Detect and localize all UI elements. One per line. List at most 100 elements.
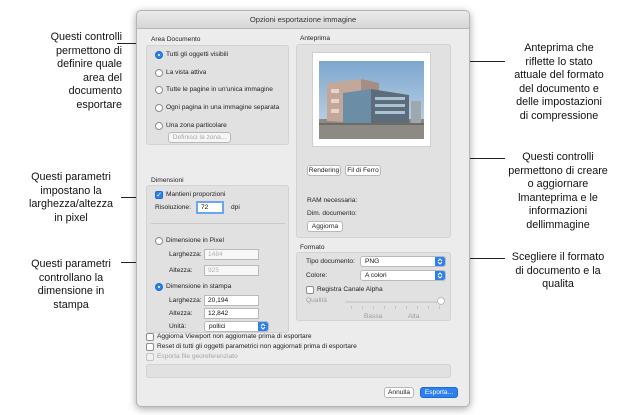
- status-bar: [146, 364, 451, 378]
- callout-format: Scegliere il formato di documento e la q…: [500, 251, 616, 292]
- callout-line: Questi controlli: [50, 31, 122, 43]
- callout-size-px: Questi parametri impostano la larghezza/…: [20, 171, 122, 225]
- units-select-value: pollici: [209, 323, 226, 330]
- callout-line: riflette lo stato: [525, 55, 593, 68]
- callout-rendering: Questi controlli permettono di creare o …: [500, 151, 616, 233]
- check-icon: [146, 352, 154, 361]
- callout-line: dellimmagine: [526, 218, 590, 231]
- document-type-select[interactable]: PNG: [360, 256, 446, 267]
- colors-value: A colori: [365, 272, 387, 279]
- building-render-image: [319, 61, 424, 139]
- slider-tick: [373, 306, 374, 309]
- check-icon: [306, 285, 314, 294]
- save-alpha-checkbox[interactable]: Registra Canale Alpha: [306, 284, 383, 295]
- callout-line: permettono di: [55, 44, 122, 57]
- resolution-input[interactable]: [196, 201, 224, 214]
- print-height-label: Altezza:: [169, 310, 193, 317]
- callout-print-size: Questi parametri controllano la dimensio…: [20, 258, 122, 312]
- radio-particular-zone[interactable]: Una zona particolare: [155, 120, 227, 131]
- slider-tick: [362, 306, 363, 309]
- preview-image-frame: [312, 52, 431, 147]
- slider-tick: [384, 306, 385, 309]
- callout-line: Scegliere il formato: [511, 251, 605, 263]
- radio-indicator: [155, 282, 163, 291]
- checkbox-label: Registra Canale Alpha: [317, 286, 383, 293]
- pixel-height-input[interactable]: [204, 265, 259, 276]
- colors-label: Colore:: [306, 272, 328, 279]
- callout-line: definire quale: [57, 58, 122, 71]
- radio-all-pages-single[interactable]: Tutte le pagine in un'unica immagine: [155, 84, 273, 95]
- checkbox-label: Aggiorna Viewport non aggiornate prima d…: [157, 333, 312, 340]
- radio-each-page-separate[interactable]: Ogni pagina in una immagine separata: [155, 102, 279, 113]
- radio-pixel-size[interactable]: Dimensione in Pixel: [155, 235, 224, 246]
- callout-line: qualita: [542, 278, 574, 291]
- quality-slider-track[interactable]: [345, 301, 441, 303]
- slider-tick: [351, 306, 352, 309]
- callout-line: stampa: [53, 298, 89, 311]
- quality-label: Qualità: [306, 297, 327, 304]
- checkbox-label: Esporta file georeferenziato: [157, 353, 238, 360]
- wireframe-button[interactable]: Fil di Ferro: [345, 165, 381, 176]
- print-width-label: Larghezza:: [169, 297, 202, 304]
- units-label: Unità:: [169, 323, 187, 330]
- radio-indicator: [155, 50, 163, 59]
- callout-line: in pixel: [54, 211, 88, 224]
- export-button[interactable]: Esporta...: [420, 387, 458, 398]
- keep-proportions-checkbox[interactable]: ✓ Mantieni proporzioni: [155, 189, 225, 200]
- chevron-updown-icon: [435, 271, 445, 280]
- pixel-width-input[interactable]: [204, 249, 259, 260]
- callout-line: o aggiornare: [527, 178, 589, 191]
- update-preview-button[interactable]: Aggiorna: [307, 221, 343, 232]
- quality-low-label: Bassa: [364, 313, 383, 320]
- ram-required-label: RAM necessaria:: [307, 197, 358, 204]
- callout-line: area del: [82, 71, 122, 84]
- callout-line: Questi parametri: [31, 171, 111, 183]
- dimensions-divider: [151, 223, 285, 224]
- callout-line: Anteprima che: [524, 42, 594, 54]
- radio-indicator: [155, 103, 163, 112]
- callout-line: permettono di creare: [508, 164, 608, 177]
- radio-active-view[interactable]: La vista attiva: [155, 67, 206, 78]
- radio-indicator: [155, 236, 163, 245]
- radio-label: Una zona particolare: [166, 122, 227, 129]
- colors-select[interactable]: A colori: [360, 270, 446, 281]
- rendering-button[interactable]: Rendering: [307, 165, 341, 176]
- export-image-dialog: Opzioni esportazione immagine Area Docum…: [136, 10, 470, 407]
- check-icon: [146, 332, 154, 341]
- quality-high-label: Alta: [408, 313, 420, 320]
- callout-line: larghezza/altezza: [28, 198, 114, 211]
- area-group-title: Area Documento: [151, 36, 201, 43]
- radio-label: Ogni pagina in una immagine separata: [166, 104, 280, 111]
- area-group-box: Tutti gli oggetti visibili La vista atti…: [146, 45, 289, 145]
- slider-tick: [395, 306, 396, 309]
- callout-line: impostano la: [40, 184, 102, 197]
- radio-label: La vista attiva: [166, 69, 207, 76]
- callout-line: di compressione: [519, 109, 599, 122]
- callout-line: attuale del formato: [514, 69, 604, 82]
- radio-indicator: [155, 85, 163, 94]
- export-georef-checkbox[interactable]: Esporta file georeferenziato: [146, 351, 238, 362]
- callout-area: Questi controlli permettono di definire …: [8, 31, 122, 113]
- document-type-label: Tipo documento:: [306, 258, 355, 265]
- quality-slider-knob[interactable]: [437, 297, 445, 305]
- print-width-input[interactable]: [204, 295, 259, 306]
- pixel-width-label: Larghezza:: [169, 251, 202, 258]
- callout-line: delle impostazioni: [516, 96, 602, 109]
- print-height-input[interactable]: [204, 308, 259, 319]
- slider-tick: [406, 306, 407, 309]
- chevron-updown-icon: [258, 322, 268, 331]
- slider-tick: [428, 306, 429, 309]
- radio-print-size[interactable]: Dimensione in stampa: [155, 281, 231, 292]
- dialog-title: Opzioni esportazione immagine: [137, 11, 469, 29]
- callout-line: dimensione in: [37, 285, 105, 298]
- pixel-height-label: Altezza:: [169, 267, 193, 274]
- radio-all-visible[interactable]: Tutti gli oggetti visibili: [155, 49, 228, 60]
- cancel-button[interactable]: Annulla: [384, 387, 414, 398]
- resolution-unit: dpi: [231, 204, 240, 211]
- dimensions-group-box: ✓ Mantieni proporzioni Risoluzione: dpi …: [146, 185, 289, 333]
- chevron-updown-icon: [435, 257, 445, 266]
- define-zone-button[interactable]: Definisci la zona...: [168, 132, 231, 143]
- document-type-value: PNG: [365, 258, 380, 265]
- radio-label: Tutti gli oggetti visibili: [166, 51, 229, 58]
- radio-label: Dimensione in stampa: [166, 283, 232, 290]
